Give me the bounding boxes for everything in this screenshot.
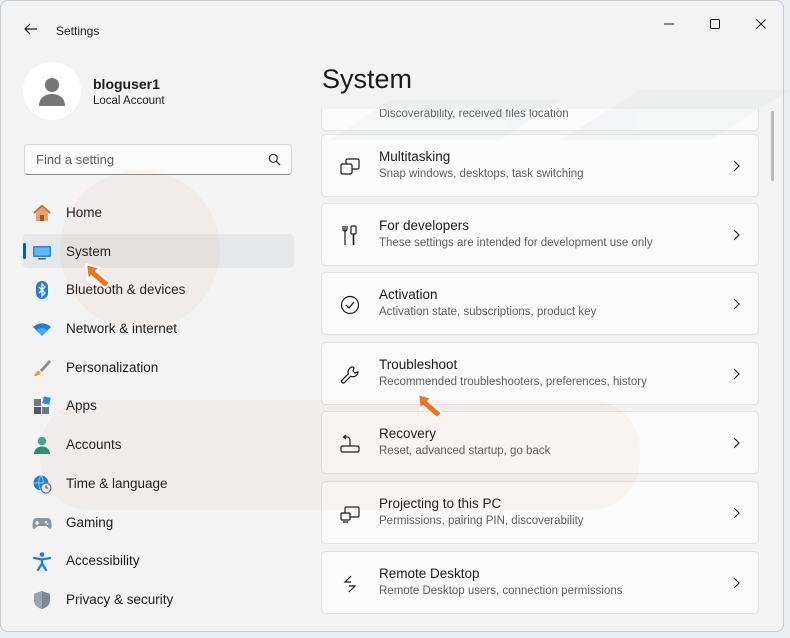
chevron-right-icon	[733, 229, 740, 241]
sidebar-item-label: Apps	[66, 398, 97, 414]
activation-check-icon	[338, 293, 362, 317]
recovery-icon	[338, 432, 362, 456]
sidebar-item-accounts[interactable]: Accounts	[23, 427, 294, 461]
card-title: Activation	[379, 287, 438, 302]
settings-card-multitasking[interactable]: Multitasking Snap windows, desktops, tas…	[321, 134, 759, 197]
settings-card-remote-desktop[interactable]: Remote Desktop Remote Desktop users, con…	[321, 551, 759, 614]
sidebar-item-label: Network & internet	[66, 321, 178, 337]
settings-card-for-developers[interactable]: For developers These settings are intend…	[321, 203, 759, 266]
sidebar-item-apps[interactable]: Apps	[23, 388, 294, 422]
sidebar-nav: Home System Bluetooth & devices Network …	[23, 195, 294, 621]
gamepad-icon	[32, 513, 52, 533]
wrench-icon	[338, 363, 362, 387]
sidebar-item-bluetooth-devices[interactable]: Bluetooth & devices	[23, 272, 294, 306]
chevron-right-icon	[733, 437, 740, 449]
sidebar-item-label: Accessibility	[66, 553, 140, 569]
sidebar-item-home[interactable]: Home	[23, 195, 294, 229]
settings-card-projecting-to-this-pc[interactable]: Projecting to this PC Permissions, pairi…	[321, 481, 759, 544]
search-box[interactable]	[24, 144, 292, 175]
chevron-right-icon	[733, 577, 740, 589]
minimize-icon	[664, 23, 674, 25]
developer-tools-icon	[338, 224, 362, 248]
user-name: bloguser1	[93, 76, 160, 92]
chevron-right-icon	[733, 160, 740, 172]
close-icon	[756, 19, 766, 29]
card-title: Troubleshoot	[379, 357, 458, 372]
search-icon[interactable]	[268, 153, 281, 166]
card-subtitle: These settings are intended for developm…	[379, 237, 653, 249]
globe-clock-icon	[32, 474, 52, 494]
settings-card-partial[interactable]: Discoverability, received files location	[321, 109, 759, 131]
back-button[interactable]	[17, 15, 45, 43]
brush-icon	[32, 358, 52, 378]
settings-card-activation[interactable]: Activation Activation state, subscriptio…	[321, 272, 759, 335]
minimize-button[interactable]	[649, 11, 689, 37]
card-subtitle: Snap windows, desktops, task switching	[379, 168, 584, 180]
sidebar-item-gaming[interactable]: Gaming	[23, 505, 294, 539]
sidebar-item-label: Gaming	[66, 514, 114, 530]
monitor-icon	[32, 242, 52, 262]
settings-card-troubleshoot[interactable]: Troubleshoot Recommended troubleshooters…	[321, 342, 759, 405]
card-subtitle: Reset, advanced startup, go back	[379, 445, 551, 457]
card-subtitle: Remote Desktop users, connection permiss…	[379, 585, 623, 597]
page-title: System	[322, 64, 413, 94]
sidebar-item-personalization[interactable]: Personalization	[23, 350, 294, 384]
card-subtitle: Recommended troubleshooters, preferences…	[379, 376, 647, 388]
card-title: Projecting to this PC	[379, 496, 502, 511]
close-button[interactable]	[741, 11, 781, 37]
chevron-right-icon	[733, 368, 740, 380]
accessibility-icon	[32, 551, 52, 572]
app-title: Settings	[56, 24, 100, 38]
card-subtitle: Permissions, pairing PIN, discoverabilit…	[379, 515, 584, 527]
scrollbar-thumb[interactable]	[771, 111, 774, 181]
maximize-button[interactable]	[695, 11, 735, 37]
apps-icon	[32, 396, 52, 416]
card-subtitle: Discoverability, received files location	[379, 109, 569, 120]
sidebar-item-accessibility[interactable]: Accessibility	[23, 543, 294, 577]
sidebar-item-label: Accounts	[66, 437, 122, 453]
projector-icon	[338, 502, 362, 526]
search-input[interactable]	[34, 151, 258, 168]
chevron-right-icon	[733, 507, 740, 519]
card-title: For developers	[379, 218, 470, 233]
sidebar-item-time-language[interactable]: Time & language	[23, 466, 294, 500]
card-title: Recovery	[379, 426, 437, 441]
sidebar-item-label: Bluetooth & devices	[66, 282, 186, 298]
settings-list: Discoverability, received files location…	[321, 109, 761, 631]
sidebar-item-network-internet[interactable]: Network & internet	[23, 311, 294, 345]
card-title: Multitasking	[379, 149, 451, 164]
card-subtitle: Activation state, subscriptions, product…	[379, 306, 597, 318]
title-bar: Settings	[1, 1, 783, 45]
chevron-right-icon	[733, 298, 740, 310]
wifi-icon	[32, 319, 52, 339]
card-title: Remote Desktop	[379, 566, 480, 581]
sidebar-item-label: Time & language	[66, 475, 168, 491]
maximize-icon	[710, 19, 720, 29]
bluetooth-icon	[32, 280, 52, 300]
sidebar-item-label: Privacy & security	[66, 591, 174, 607]
sidebar-item-system[interactable]: System	[23, 233, 294, 268]
settings-card-recovery[interactable]: Recovery Reset, advanced startup, go bac…	[321, 411, 759, 474]
user-silhouette-icon	[39, 78, 65, 106]
account-type: Local Account	[93, 95, 165, 107]
sidebar-item-label: Personalization	[66, 359, 159, 375]
back-arrow-icon	[24, 23, 37, 35]
sidebar-item-label: System	[66, 243, 112, 259]
avatar	[23, 62, 81, 120]
sidebar-item-label: Home	[66, 205, 103, 220]
sidebar-item-privacy-security[interactable]: Privacy & security	[23, 582, 294, 616]
settings-window: Settings bloguser1 Local Account Find a …	[0, 0, 784, 632]
remote-desktop-icon	[338, 572, 362, 596]
person-icon	[32, 435, 52, 455]
home-icon	[32, 203, 52, 223]
shield-icon	[32, 590, 52, 610]
multitasking-icon	[338, 155, 362, 179]
